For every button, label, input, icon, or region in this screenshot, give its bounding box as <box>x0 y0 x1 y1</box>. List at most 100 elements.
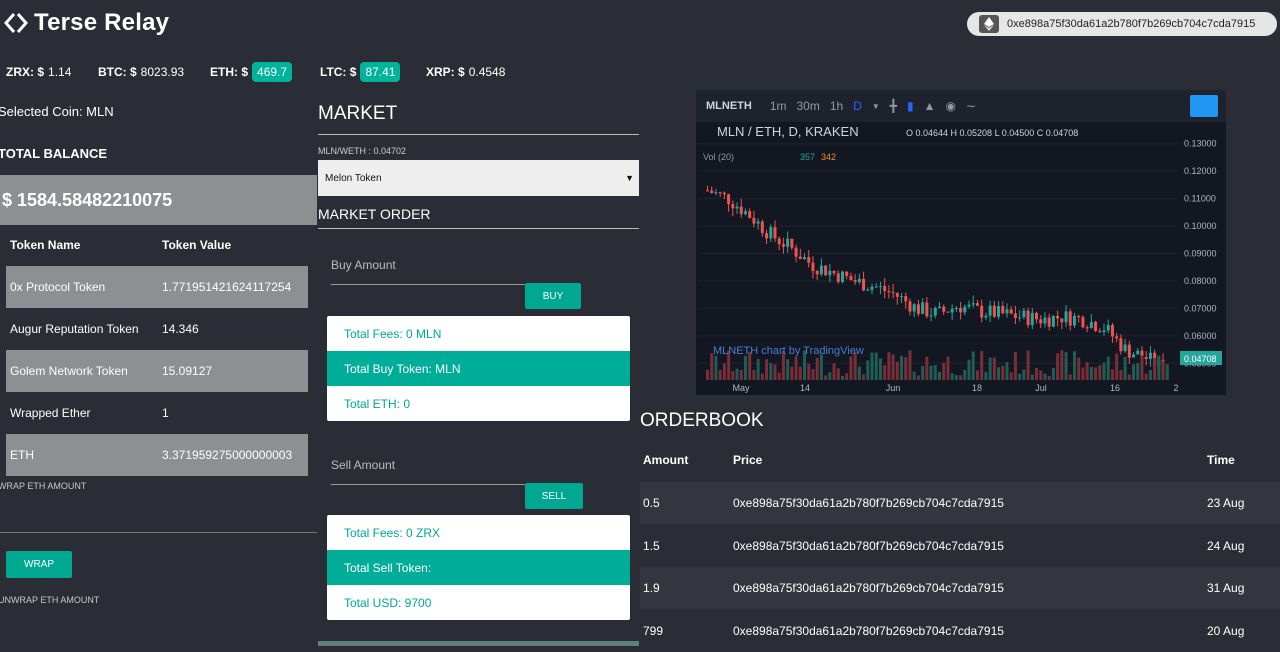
candle-body <box>819 265 823 275</box>
candle-body <box>954 307 958 309</box>
candle-body <box>878 286 882 288</box>
candle-body <box>1132 354 1136 358</box>
candle-body <box>1026 310 1030 325</box>
divider <box>318 228 639 229</box>
token-value: 14.346 <box>162 322 199 336</box>
buy-amount-input[interactable]: Buy Amount <box>331 258 396 272</box>
volume-bar <box>824 375 828 380</box>
volume-bar <box>773 364 777 380</box>
volume-bar <box>883 365 887 380</box>
volume-bar <box>916 375 920 380</box>
order-time: 24 Aug <box>1207 539 1245 553</box>
order-amount: 1.5 <box>643 539 660 553</box>
volume-bar <box>1136 363 1140 380</box>
orderbook-row[interactable]: 1.9 0xe898a75f30da61a2b780f7b269cb704c7c… <box>640 567 1280 609</box>
candle-body <box>1136 350 1140 355</box>
compare-icon[interactable]: ∼ <box>966 99 976 113</box>
candle-body <box>1102 330 1106 333</box>
candle-body <box>1051 315 1055 327</box>
candle-body <box>1005 309 1009 314</box>
candle-body <box>1115 336 1119 339</box>
candle-body <box>815 271 819 275</box>
camera-icon[interactable] <box>1190 95 1218 117</box>
orderbook-row[interactable]: 0.5 0xe898a75f30da61a2b780f7b269cb704c7c… <box>640 482 1280 524</box>
area-icon[interactable]: ▲ <box>924 99 936 113</box>
chart-symbol[interactable]: MLNETH <box>706 100 752 112</box>
price-chart-widget[interactable]: MLNETH 1m 30m 1h D ▼ ╋ ▮ ▲ ◉ ∼ 0.13000 0.… <box>696 90 1226 395</box>
volume-bar <box>874 352 878 380</box>
sell-amount-input[interactable]: Sell Amount <box>331 458 395 472</box>
candle-body <box>967 304 971 307</box>
candle-body <box>992 305 996 317</box>
candle-body <box>916 304 920 314</box>
wrap-eth-input[interactable] <box>0 532 317 533</box>
sell-button[interactable]: SELL <box>525 483 583 509</box>
wallet-address-pill[interactable]: 0xe898a75f30da61a2b780f7b269cb704c7cda79… <box>967 12 1277 36</box>
volume-bar <box>870 352 874 380</box>
candle-body <box>1119 338 1123 352</box>
token-row: Golem Network Token 15.09127 <box>6 350 308 392</box>
timeframe-30m[interactable]: 30m <box>797 99 820 113</box>
token-row: ETH 3.371959275000000003 <box>6 434 308 476</box>
candle-body <box>887 291 891 293</box>
volume-bar <box>950 373 954 380</box>
candle-body <box>929 315 933 317</box>
volume-bar <box>1018 373 1022 380</box>
order-price: 0xe898a75f30da61a2b780f7b269cb704c7cda79… <box>733 581 1004 595</box>
candle-body <box>756 221 760 224</box>
candle-body <box>735 206 739 209</box>
volume-bar <box>954 375 958 380</box>
token-select-value: Melon Token <box>325 172 382 184</box>
order-price: 0xe898a75f30da61a2b780f7b269cb704c7cda79… <box>733 624 1004 638</box>
volume-bar <box>1005 362 1009 380</box>
buy-summary: Total Fees: 0 MLN Total Buy Token: MLN T… <box>327 316 630 421</box>
volume-bar <box>1102 362 1106 380</box>
volume-bar <box>760 373 764 380</box>
candle-body <box>714 192 718 194</box>
candle-body <box>980 305 984 318</box>
candle-body <box>883 286 887 292</box>
wrap-button[interactable]: WRAP <box>6 551 72 578</box>
candle-body <box>1001 306 1005 314</box>
candle-body <box>988 305 992 316</box>
candle-body <box>921 302 925 314</box>
bars-icon[interactable]: ╋ <box>890 99 897 113</box>
col-amount: Amount <box>643 453 689 467</box>
total-balance-amount: $ 1584.58482210075 <box>2 189 173 210</box>
timeframe-dropdown-icon[interactable]: ▼ <box>872 102 880 111</box>
token-name: ETH <box>10 448 34 462</box>
wrap-eth-label: WRAP ETH AMOUNT <box>0 481 87 491</box>
candles-icon[interactable]: ▮ <box>907 99 914 113</box>
orderbook-row[interactable]: 1.5 0xe898a75f30da61a2b780f7b269cb704c7c… <box>640 525 1280 567</box>
candle-body <box>840 271 844 283</box>
timeframe-1h[interactable]: 1h <box>830 99 843 113</box>
timeframe-d[interactable]: D <box>853 99 862 113</box>
buy-button[interactable]: BUY <box>525 283 581 309</box>
ticker-label: ETH: $ <box>210 65 249 79</box>
market-title: MARKET <box>318 103 398 124</box>
volume-bar <box>997 367 1001 380</box>
volume-bar <box>933 365 937 380</box>
volume-bar <box>786 359 790 380</box>
volume-bar <box>739 369 743 380</box>
unwrap-eth-label: UNWRAP ETH AMOUNT <box>0 595 100 605</box>
volume-bar <box>967 359 971 380</box>
volume-bar <box>807 363 811 380</box>
token-row: Augur Reputation Token 14.346 <box>6 308 308 350</box>
token-name: 0x Protocol Token <box>10 280 106 294</box>
y-tick-label: 0.06000 <box>1184 331 1217 341</box>
volume-bar <box>1110 369 1114 380</box>
candle-body <box>1148 352 1152 359</box>
token-select[interactable]: Melon Token ▼ <box>318 160 639 196</box>
timeframe-1m[interactable]: 1m <box>770 99 787 113</box>
candle-body <box>706 190 709 192</box>
candle-body <box>900 296 904 298</box>
candle-body <box>845 271 849 277</box>
indicators-icon[interactable]: ◉ <box>946 99 956 113</box>
token-row: 0x Protocol Token 1.771951421624117254 <box>6 266 308 308</box>
buy-total-fees: Total Fees: 0 MLN <box>344 326 442 341</box>
x-tick-label: 14 <box>800 383 810 393</box>
app-logo[interactable]: Terse Relay <box>4 9 169 37</box>
candle-body <box>824 265 828 276</box>
sell-total-fees: Total Fees: 0 ZRX <box>344 525 441 540</box>
